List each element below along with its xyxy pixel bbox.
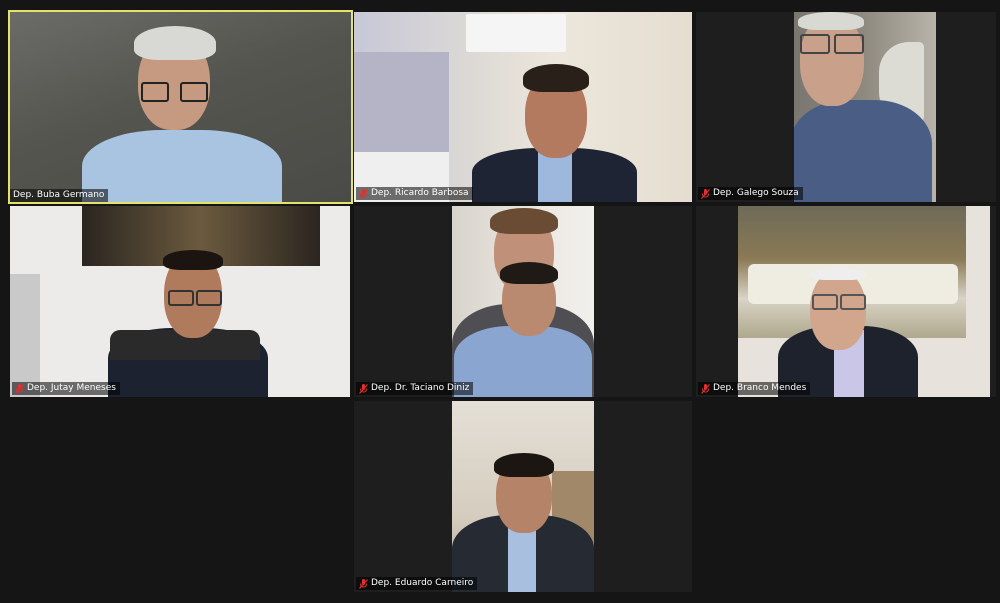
participant-name-label: Dep. Dr. Taciano Diniz	[356, 382, 474, 395]
participant-name-label: Dep. Buba Germano	[10, 189, 109, 202]
video-tile-eduardo-carneiro[interactable]: Dep. Eduardo Carneiro	[354, 401, 692, 592]
video-tile-taciano-diniz[interactable]: Dep. Dr. Taciano Diniz	[354, 206, 692, 397]
muted-mic-icon	[359, 578, 368, 589]
participant-name: Dep. Branco Mendes	[713, 383, 807, 393]
video-tile-branco-mendes[interactable]: Dep. Branco Mendes	[696, 206, 996, 397]
muted-mic-icon	[701, 383, 710, 394]
video-feed	[738, 206, 990, 397]
video-feed	[452, 206, 594, 397]
video-feed	[10, 12, 351, 202]
muted-mic-icon	[359, 188, 368, 199]
video-tile-galego-souza[interactable]: Dep. Galego Souza	[696, 12, 996, 202]
participant-name-label: Dep. Eduardo Carneiro	[356, 577, 478, 590]
participant-name-label: Dep. Galego Souza	[698, 187, 803, 200]
participant-name: Dep. Buba Germano	[13, 190, 105, 200]
participant-name-label: Dep. Jutay Meneses	[12, 382, 120, 395]
participant-name: Dep. Galego Souza	[713, 188, 799, 198]
video-tile-buba-germano[interactable]: Dep. Buba Germano	[8, 10, 353, 204]
video-tile-jutay-meneses[interactable]: Dep. Jutay Meneses	[10, 206, 350, 397]
participant-name: Dep. Jutay Meneses	[27, 383, 116, 393]
muted-mic-icon	[701, 188, 710, 199]
video-feed	[354, 12, 692, 202]
participant-name: Dep. Ricardo Barbosa	[371, 188, 469, 198]
participant-name-label: Dep. Branco Mendes	[698, 382, 811, 395]
video-feed	[452, 401, 594, 592]
video-tile-ricardo-barbosa[interactable]: Dep. Ricardo Barbosa	[354, 12, 692, 202]
participant-name-label: Dep. Ricardo Barbosa	[356, 187, 473, 200]
video-feed	[794, 12, 936, 202]
muted-mic-icon	[359, 383, 368, 394]
video-feed	[10, 206, 350, 397]
participant-name: Dep. Eduardo Carneiro	[371, 578, 474, 588]
participant-name: Dep. Dr. Taciano Diniz	[371, 383, 470, 393]
muted-mic-icon	[15, 383, 24, 394]
